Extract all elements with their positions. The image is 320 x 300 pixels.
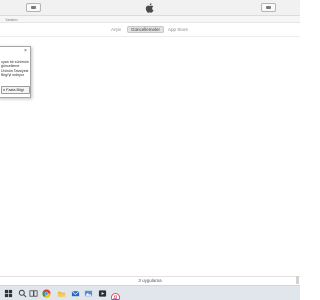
tab-updates[interactable]: Güncellemeler xyxy=(127,26,164,33)
taskbar xyxy=(0,285,300,300)
apple-logo-icon xyxy=(145,3,154,13)
status-text: 3 uygulama xyxy=(138,278,162,283)
search-icon[interactable] xyxy=(18,289,27,298)
scrollbar-thumb[interactable] xyxy=(296,276,299,284)
photos-icon[interactable] xyxy=(84,289,93,298)
tab-archive[interactable]: Arşiv xyxy=(108,26,124,33)
toolbar-right-button[interactable] xyxy=(261,3,276,12)
list-icon xyxy=(266,6,271,9)
itunes-icon xyxy=(111,293,120,300)
popup-message: uyan bir sürümünü güncelleme Ürünün Tavs… xyxy=(1,60,29,78)
media-icon[interactable] xyxy=(98,289,107,298)
itunes-window: Yardım Arşiv Güncellemeler App Store × u… xyxy=(0,0,300,300)
status-divider xyxy=(0,276,300,277)
itunes-taskbar-button[interactable] xyxy=(111,289,120,300)
toolbar-left-button[interactable] xyxy=(26,3,41,12)
close-icon[interactable]: × xyxy=(23,49,28,54)
mail-icon[interactable] xyxy=(71,289,80,298)
tab-strip: Arşiv Güncellemeler App Store xyxy=(0,25,300,35)
popup-line: Bilgi’yi indiryor xyxy=(1,73,24,78)
more-info-button[interactable]: n Fazla Bilgi xyxy=(1,86,30,94)
chrome-icon[interactable] xyxy=(42,289,51,298)
menu-bar: Yardım xyxy=(0,16,300,23)
task-view-icon[interactable] xyxy=(29,289,38,298)
menu-yardim[interactable]: Yardım xyxy=(5,16,18,23)
display-icon xyxy=(31,6,36,9)
start-icon[interactable] xyxy=(4,289,13,298)
file-explorer-icon[interactable] xyxy=(57,289,66,298)
tabs-divider xyxy=(0,36,300,37)
toolbar xyxy=(0,0,300,16)
tab-app-store[interactable]: App Store xyxy=(166,26,190,33)
